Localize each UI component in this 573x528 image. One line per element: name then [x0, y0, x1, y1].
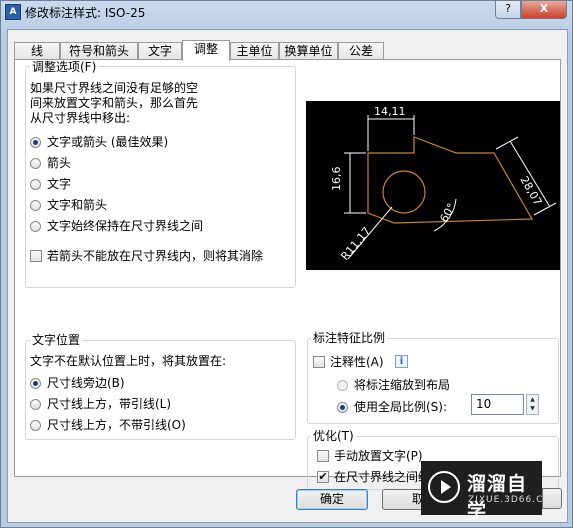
radio-text-or-arrows[interactable]	[30, 137, 41, 148]
manual-text-label[interactable]: 手动放置文字(P)	[334, 449, 423, 463]
fit-tab-page: 调整选项(F) 如果尺寸界线之间没有足够的空 间来放置文字和箭头，那么首先 从尺…	[14, 59, 561, 490]
dialog-client: 线 符号和箭头 文字 调整 主单位 换算单位 公差 调整选项(F) 如果尺寸界线…	[7, 29, 568, 523]
radio-over-without-leader[interactable]	[30, 420, 41, 431]
preview-dim-top: 14,11	[374, 105, 406, 118]
radio-arrows[interactable]	[30, 158, 41, 169]
play-logo-icon	[428, 471, 460, 503]
text-placement-description: 文字不在默认位置上时，将其放置在:	[30, 354, 227, 368]
ok-button[interactable]: 确定	[296, 489, 368, 510]
radio-beside-dimline[interactable]	[30, 378, 41, 389]
radio-scale-to-layout-label[interactable]: 将标注缩放到布局	[354, 378, 450, 392]
text-placement-title: 文字位置	[30, 333, 83, 347]
radio-both-text-arrows-label[interactable]: 文字和箭头	[47, 198, 107, 212]
radio-beside-dimline-label[interactable]: 尺寸线旁边(B)	[47, 376, 125, 390]
global-scale-spinner[interactable]: ▲ ▼	[526, 394, 539, 415]
close-button[interactable]: X	[521, 1, 567, 19]
window-title: 修改标注样式: ISO-25	[25, 6, 146, 20]
preview-circle	[382, 170, 426, 214]
radio-arrows-label[interactable]: 箭头	[47, 156, 71, 170]
radio-global-scale[interactable]	[337, 402, 348, 413]
scale-title: 标注特征比例	[311, 331, 388, 345]
radio-over-with-leader-label[interactable]: 尺寸线上方，带引线(L)	[47, 397, 171, 411]
radio-both-text-arrows[interactable]	[30, 200, 41, 211]
preview-drawing: 14,11 16,6 28,07 60° R11,17	[330, 105, 557, 263]
radio-text[interactable]	[30, 179, 41, 190]
radio-text-label[interactable]: 文字	[47, 177, 71, 191]
global-scale-input[interactable]: 10	[471, 394, 524, 415]
tab-fit[interactable]: 调整	[182, 40, 230, 61]
tab-tolerances[interactable]: 公差	[338, 42, 384, 60]
watermark-badge: 溜溜自学 ZIXUE.3D66.COM	[421, 461, 559, 522]
tab-alternate-units[interactable]: 换算单位	[279, 42, 338, 60]
radio-always-keep-text[interactable]	[30, 221, 41, 232]
radio-global-scale-label[interactable]: 使用全局比例(S):	[354, 400, 447, 414]
spin-up-icon[interactable]: ▲	[527, 395, 538, 404]
radio-always-keep-text-label[interactable]: 文字始终保持在尺寸界线之间	[47, 219, 203, 233]
manual-text-checkbox[interactable]	[317, 450, 329, 462]
preview-dim-left: 16,6	[330, 167, 343, 192]
fit-description-line3: 从尺寸界线中移出:	[30, 111, 131, 125]
fit-description-line2: 间来放置文字和箭头，那么首先	[30, 96, 199, 110]
suppress-arrows-label[interactable]: 若箭头不能放在尺寸界线内，则将其消除	[47, 249, 263, 263]
dialog-window: A 修改标注样式: ISO-25 ? X 线 符号和箭头 文字 调整 主单位 换…	[0, 0, 573, 528]
tab-text[interactable]: 文字	[138, 42, 182, 60]
radio-over-without-leader-label[interactable]: 尺寸线上方，不带引线(O)	[47, 418, 186, 432]
radio-scale-to-layout[interactable]	[337, 380, 348, 391]
tab-symbols-arrows[interactable]: 符号和箭头	[60, 42, 138, 60]
fine-tuning-title: 优化(T)	[311, 429, 356, 443]
title-bar[interactable]: A 修改标注样式: ISO-25 ? X	[1, 1, 572, 23]
help-dialog-button-partial[interactable]	[542, 488, 562, 509]
annotative-label[interactable]: 注释性(A)	[330, 355, 384, 369]
fit-description-line1: 如果尺寸界线之间没有足够的空	[30, 81, 199, 95]
suppress-arrows-checkbox[interactable]	[30, 250, 42, 262]
preview-radius: R11,17	[338, 225, 373, 263]
draw-dimline-checkbox[interactable]: ✔	[317, 471, 329, 483]
annotative-checkbox[interactable]	[313, 356, 325, 368]
dimension-preview: 14,11 16,6 28,07 60° R11,17	[306, 101, 560, 270]
fit-options-title: 调整选项(F)	[30, 60, 99, 74]
autocad-app-icon: A	[5, 4, 21, 20]
spin-down-icon[interactable]: ▼	[527, 404, 538, 413]
info-icon[interactable]: i	[395, 355, 408, 368]
help-button[interactable]: ?	[495, 1, 521, 19]
radio-over-with-leader[interactable]	[30, 399, 41, 410]
tab-primary-units[interactable]: 主单位	[230, 42, 279, 60]
radio-text-or-arrows-label[interactable]: 文字或箭头 (最佳效果)	[47, 135, 168, 149]
tab-lines[interactable]: 线	[14, 42, 60, 60]
